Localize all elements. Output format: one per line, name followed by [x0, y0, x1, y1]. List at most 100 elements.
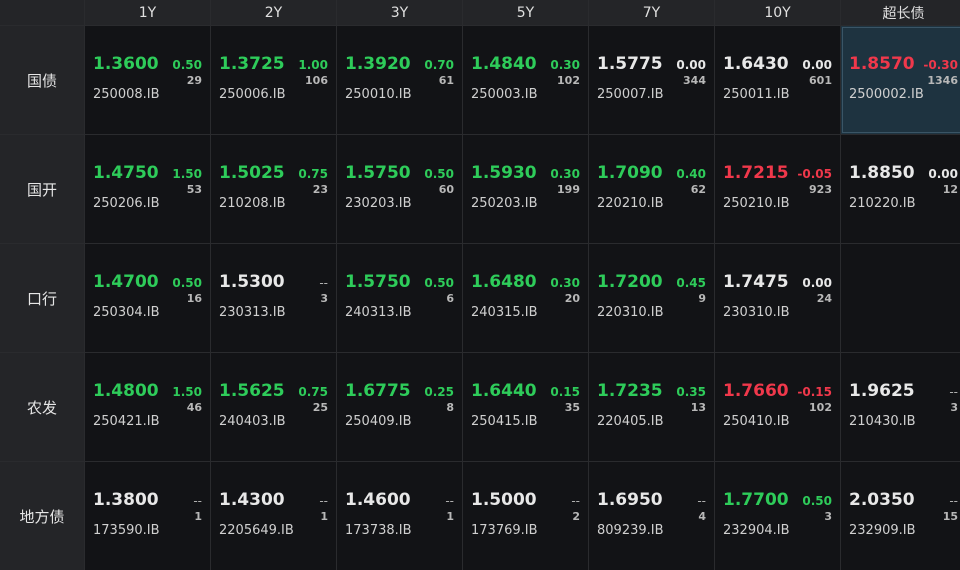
row-label[interactable]: 国开	[0, 135, 84, 243]
column-header[interactable]: 5Y	[463, 0, 588, 25]
quote-cell[interactable]: 1.5750 0.50 60 230203.IB	[337, 135, 462, 243]
quote-cell[interactable]: 1.6775 0.25 8 250409.IB	[337, 353, 462, 461]
bond-code: 2500002.IB	[849, 87, 924, 102]
quote-cell[interactable]: 1.7660 -0.15 102 250410.IB	[715, 353, 840, 461]
quote-cell[interactable]: 1.6480 0.30 20 240315.IB	[463, 244, 588, 352]
quote-cell[interactable]: 1.8850 0.00 12 210220.IB	[841, 135, 960, 243]
change-value: 0.45	[676, 276, 706, 290]
change-value: 0.00	[928, 167, 958, 181]
grid-corner	[0, 0, 84, 25]
quote-cell[interactable]: 1.4800 1.50 46 250421.IB	[85, 353, 210, 461]
quote-cell[interactable]: 2.0350 -- 15 232909.IB	[841, 462, 960, 570]
column-header[interactable]: 2Y	[211, 0, 336, 25]
bond-code: 250008.IB	[93, 87, 160, 102]
quote-cell[interactable]: 1.5750 0.50 6 240313.IB	[337, 244, 462, 352]
yield-value: 1.3600	[93, 54, 159, 74]
quote-cell[interactable]: 1.4600 -- 1 173738.IB	[337, 462, 462, 570]
quote-cell[interactable]: 1.6430 0.00 601 250011.IB	[715, 26, 840, 134]
yield-value: 1.5930	[471, 163, 537, 183]
change-value: --	[445, 494, 454, 508]
quote-cell[interactable]: 1.5000 -- 2 173769.IB	[463, 462, 588, 570]
bond-code: 250304.IB	[93, 305, 160, 320]
column-header[interactable]: 7Y	[589, 0, 714, 25]
bond-code: 2205649.IB	[219, 523, 294, 538]
yield-value: 2.0350	[849, 490, 915, 510]
bond-code: 250006.IB	[219, 87, 286, 102]
column-header[interactable]: 1Y	[85, 0, 210, 25]
quote-cell[interactable]: 1.3725 1.00 106 250006.IB	[211, 26, 336, 134]
quote-cell[interactable]: 1.4300 -- 1 2205649.IB	[211, 462, 336, 570]
column-header[interactable]: 超长债	[841, 0, 960, 25]
yield-value: 1.5750	[345, 163, 411, 183]
volume-count: 24	[816, 292, 832, 305]
column-header[interactable]: 10Y	[715, 0, 840, 25]
bond-quote-grid: 1Y 2Y 3Y 5Y 7Y 10Y 超长债 国债 1.3600 0.50 29 250008.IB 1…	[0, 0, 960, 570]
quote-cell[interactable]: 1.5775 0.00 344 250007.IB	[589, 26, 714, 134]
quote-cell[interactable]: 1.8570 -0.30 1346 2500002.IB	[841, 26, 960, 134]
quote-cell[interactable]: 1.5930 0.30 199 250203.IB	[463, 135, 588, 243]
quote-cell[interactable]: 1.5025 0.75 23 210208.IB	[211, 135, 336, 243]
quote-cell[interactable]: 1.4700 0.50 16 250304.IB	[85, 244, 210, 352]
bond-code: 250421.IB	[93, 414, 160, 429]
bond-code: 220210.IB	[597, 196, 664, 211]
bond-code: 210220.IB	[849, 196, 916, 211]
change-value: --	[697, 494, 706, 508]
bond-code: 250206.IB	[93, 196, 160, 211]
change-value: 0.70	[424, 58, 454, 72]
bond-code: 250010.IB	[345, 87, 412, 102]
quote-cell[interactable]: 1.5300 -- 3 230313.IB	[211, 244, 336, 352]
volume-count: 16	[186, 292, 202, 305]
change-value: --	[571, 494, 580, 508]
bond-code: 250011.IB	[723, 87, 790, 102]
bond-code: 240313.IB	[345, 305, 412, 320]
bond-code: 210208.IB	[219, 196, 286, 211]
yield-value: 1.5000	[471, 490, 537, 510]
yield-value: 1.7235	[597, 381, 663, 401]
change-value: 0.15	[550, 385, 580, 399]
volume-count: 1	[446, 510, 454, 523]
quote-cell[interactable]: 1.3920 0.70 61 250010.IB	[337, 26, 462, 134]
yield-value: 1.8570	[849, 54, 915, 74]
volume-count: 61	[438, 74, 454, 87]
yield-value: 1.3800	[93, 490, 159, 510]
yield-value: 1.5025	[219, 163, 285, 183]
bond-code: 173738.IB	[345, 523, 412, 538]
bond-code: 173590.IB	[93, 523, 160, 538]
column-header[interactable]: 3Y	[337, 0, 462, 25]
volume-count: 53	[186, 183, 202, 196]
quote-cell[interactable]: 1.3600 0.50 29 250008.IB	[85, 26, 210, 134]
change-value: 0.35	[676, 385, 706, 399]
quote-cell[interactable]: 1.6440 0.15 35 250415.IB	[463, 353, 588, 461]
bond-code: 250210.IB	[723, 196, 790, 211]
row-label[interactable]: 口行	[0, 244, 84, 352]
quote-cell[interactable]: 1.4750 1.50 53 250206.IB	[85, 135, 210, 243]
yield-value: 1.4800	[93, 381, 159, 401]
change-value: 0.00	[802, 276, 832, 290]
volume-count: 3	[950, 401, 958, 414]
quote-cell[interactable]: 1.9625 -- 3 210430.IB	[841, 353, 960, 461]
quote-cell[interactable]: 1.7215 -0.05 923 250210.IB	[715, 135, 840, 243]
volume-count: 344	[683, 74, 706, 87]
quote-cell[interactable]: 1.7200 0.45 9 220310.IB	[589, 244, 714, 352]
bond-code: 230310.IB	[723, 305, 790, 320]
quote-cell[interactable]: 1.3800 -- 1 173590.IB	[85, 462, 210, 570]
volume-count: 60	[438, 183, 454, 196]
quote-cell[interactable]: 1.6950 -- 4 809239.IB	[589, 462, 714, 570]
quote-cell[interactable]: 1.7090 0.40 62 220210.IB	[589, 135, 714, 243]
quote-cell[interactable]: 1.7700 0.50 3 232904.IB	[715, 462, 840, 570]
quote-cell[interactable]: 1.4840 0.30 102 250003.IB	[463, 26, 588, 134]
quote-cell[interactable]: 1.7235 0.35 13 220405.IB	[589, 353, 714, 461]
quote-cell[interactable]: 1.7475 0.00 24 230310.IB	[715, 244, 840, 352]
change-value: 0.25	[424, 385, 454, 399]
change-value: 0.00	[676, 58, 706, 72]
row-label[interactable]: 农发	[0, 353, 84, 461]
row-label[interactable]: 地方债	[0, 462, 84, 570]
yield-value: 1.7660	[723, 381, 789, 401]
yield-value: 1.6775	[345, 381, 411, 401]
volume-count: 102	[809, 401, 832, 414]
bond-code: 250410.IB	[723, 414, 790, 429]
volume-count: 106	[305, 74, 328, 87]
change-value: 0.75	[298, 385, 328, 399]
row-label[interactable]: 国债	[0, 26, 84, 134]
quote-cell[interactable]: 1.5625 0.75 25 240403.IB	[211, 353, 336, 461]
